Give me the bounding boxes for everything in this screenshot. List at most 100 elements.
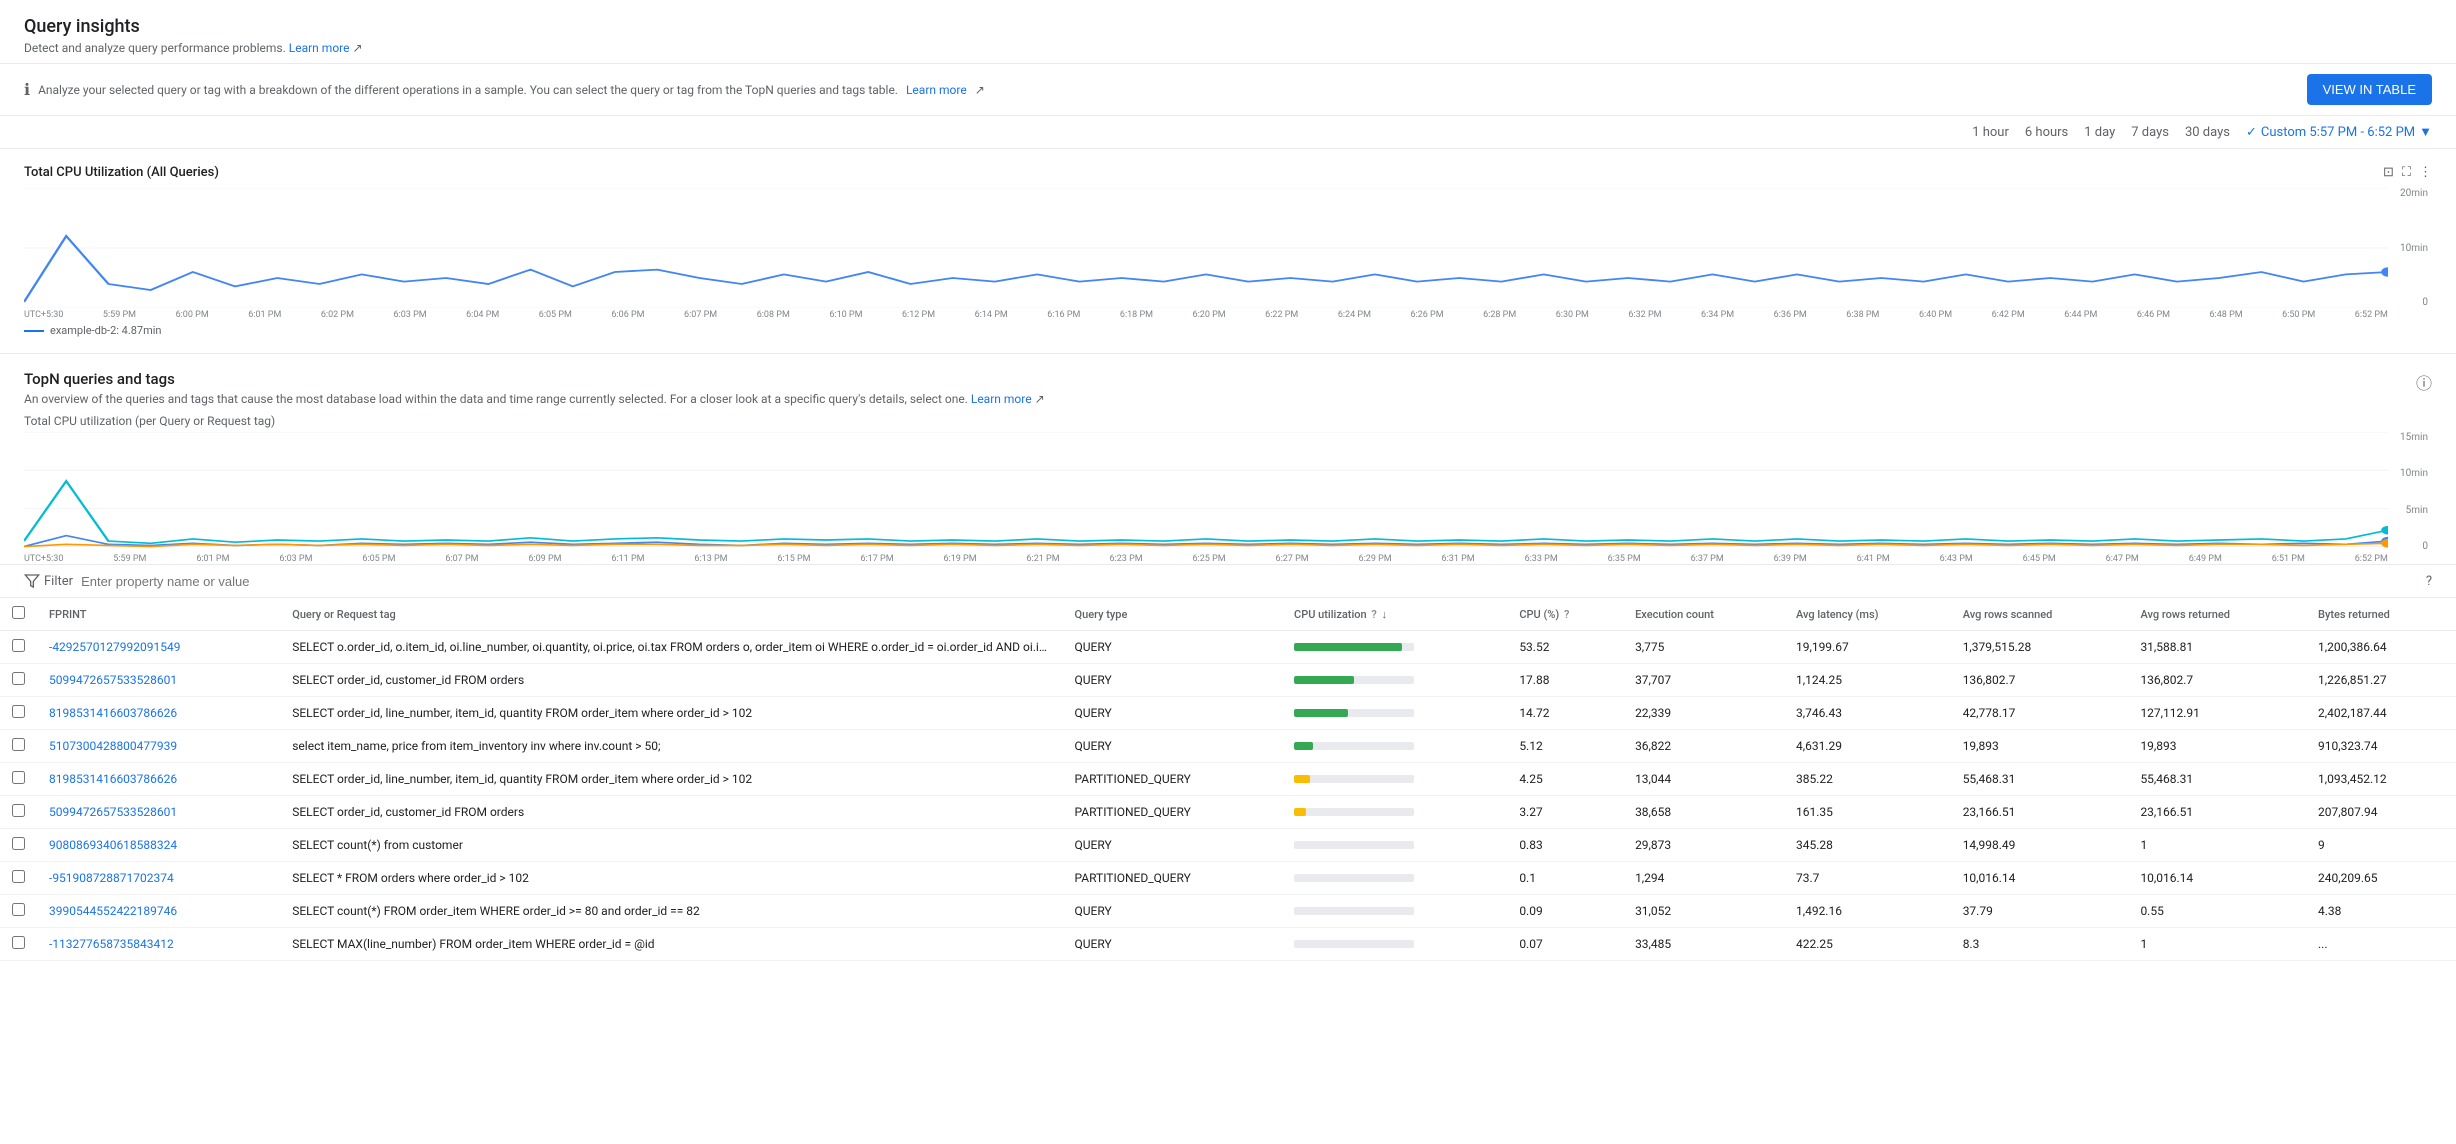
time-1day[interactable]: 1 day xyxy=(2084,125,2115,140)
cpu-bar-container xyxy=(1294,775,1414,783)
row-checkbox-cell[interactable] xyxy=(0,763,37,796)
row-checkbox[interactable] xyxy=(12,639,25,652)
topn-learn-more-link[interactable]: Learn more xyxy=(971,392,1032,406)
cpu-pct-help-icon[interactable]: ? xyxy=(1564,608,1569,621)
filter-input[interactable] xyxy=(81,574,2418,589)
fprint-link[interactable]: 8198531416603786626 xyxy=(49,706,177,720)
row-checkbox-cell[interactable] xyxy=(0,631,37,664)
avg-latency-cell: 385.22 xyxy=(1784,763,1951,796)
cpu-pct-cell: 0.07 xyxy=(1507,928,1623,961)
row-checkbox[interactable] xyxy=(12,705,25,718)
exec-count-cell: 33,485 xyxy=(1623,928,1784,961)
header-learn-more-link[interactable]: Learn more xyxy=(289,41,350,55)
avg-rows-returned-cell: 1 xyxy=(2128,928,2306,961)
avg-rows-returned-cell: 10,016.14 xyxy=(2128,862,2306,895)
topn-info-icon[interactable]: ⓘ xyxy=(2416,370,2432,394)
table-row: 8198531416603786626SELECT order_id, line… xyxy=(0,697,2456,730)
col-avg-latency: Avg latency (ms) xyxy=(1784,598,1951,631)
fprint-link[interactable]: 3990544552422189746 xyxy=(49,904,177,918)
row-checkbox[interactable] xyxy=(12,936,25,949)
cpu-bar-fill xyxy=(1294,775,1310,783)
row-checkbox[interactable] xyxy=(12,903,25,916)
cpu-util-help-icon[interactable]: ? xyxy=(1371,608,1376,621)
time-custom[interactable]: ✓ Custom 5:57 PM - 6:52 PM ▼ xyxy=(2246,124,2432,140)
bytes-returned-cell: 2,402,187.44 xyxy=(2306,697,2456,730)
fprint-link[interactable]: 8198531416603786626 xyxy=(49,772,177,786)
bytes-returned-cell: ... xyxy=(2306,928,2456,961)
time-6hours[interactable]: 6 hours xyxy=(2025,125,2068,140)
chart-action-icon-1[interactable]: ⊡ xyxy=(2383,165,2394,180)
fprint-link[interactable]: -951908728871702374 xyxy=(49,871,174,885)
chart-action-icon-2[interactable]: ⛶ xyxy=(2402,165,2411,180)
avg-latency-cell: 1,124.25 xyxy=(1784,664,1951,697)
select-all-checkbox[interactable] xyxy=(12,606,25,619)
col-cpu-util: CPU utilization ? ↓ xyxy=(1282,598,1507,631)
row-checkbox[interactable] xyxy=(12,738,25,751)
col-query: Query or Request tag xyxy=(280,598,1062,631)
avg-latency-cell: 19,199.67 xyxy=(1784,631,1951,664)
fprint-cell: -429257012799209154​9 xyxy=(37,631,280,664)
time-7days[interactable]: 7 days xyxy=(2131,125,2169,140)
header-subtitle: Detect and analyze query performance pro… xyxy=(24,41,2432,55)
avg-rows-scanned-cell: 37.79 xyxy=(1951,895,2129,928)
legend-label: example-db-2: 4.87min xyxy=(50,324,161,337)
fprint-link[interactable]: -429257012799209154​9 xyxy=(49,640,180,654)
exec-count-cell: 22,339 xyxy=(1623,697,1784,730)
filter-label: Filter xyxy=(24,573,73,589)
info-bar-text: Analyze your selected query or tag with … xyxy=(38,83,898,97)
cpu-bar-container xyxy=(1294,676,1414,684)
time-30days[interactable]: 30 days xyxy=(2185,125,2230,140)
fprint-link[interactable]: 5099472657533528601 xyxy=(49,673,177,687)
table-row: 8198531416603786626SELECT order_id, line… xyxy=(0,763,2456,796)
row-checkbox[interactable] xyxy=(12,870,25,883)
info-bar-learn-more-link[interactable]: Learn more xyxy=(906,83,967,97)
cpu-bar-cell xyxy=(1282,895,1507,928)
cpu-util-sort-icon[interactable]: ↓ xyxy=(1381,608,1387,621)
chart-legend: example-db-2: 4.87min xyxy=(24,324,2432,337)
topn-chart-title: Total CPU utilization (per Query or Requ… xyxy=(24,414,2432,428)
fprint-link[interactable]: 5099472657533528601 xyxy=(49,805,177,819)
filter-info-icon[interactable]: ? xyxy=(2426,574,2432,589)
queries-table: FPRINT Query or Request tag Query type C… xyxy=(0,598,2456,961)
query-type-cell: QUERY xyxy=(1063,928,1283,961)
row-checkbox[interactable] xyxy=(12,771,25,784)
table-header-checkbox[interactable] xyxy=(0,598,37,631)
row-checkbox-cell[interactable] xyxy=(0,829,37,862)
topn-section: TopN queries and tags An overview of the… xyxy=(0,354,2456,406)
row-checkbox[interactable] xyxy=(12,804,25,817)
cpu-pct-cell: 53.52 xyxy=(1507,631,1623,664)
time-1hour[interactable]: 1 hour xyxy=(1972,125,2009,140)
avg-rows-scanned-cell: 8.3 xyxy=(1951,928,2129,961)
row-checkbox-cell[interactable] xyxy=(0,928,37,961)
cpu-bar-cell xyxy=(1282,928,1507,961)
table-row: 5107300428800477939select item_name, pri… xyxy=(0,730,2456,763)
fprint-link[interactable]: -113277658735843412 xyxy=(49,937,174,951)
row-checkbox-cell[interactable] xyxy=(0,862,37,895)
table-row: -429257012799209154​9SELECT o.order_id, … xyxy=(0,631,2456,664)
row-checkbox-cell[interactable] xyxy=(0,730,37,763)
total-cpu-chart-title: Total CPU Utilization (All Queries) ⊡ ⛶ … xyxy=(24,165,2432,180)
row-checkbox[interactable] xyxy=(12,837,25,850)
row-checkbox[interactable] xyxy=(12,672,25,685)
fprint-link[interactable]: 5107300428800477939 xyxy=(49,739,177,753)
fprint-cell: 8198531416603786626 xyxy=(37,763,280,796)
row-checkbox-cell[interactable] xyxy=(0,796,37,829)
view-in-table-button[interactable]: VIEW IN TABLE xyxy=(2307,74,2432,105)
chart-action-icon-3[interactable]: ⋮ xyxy=(2419,165,2432,180)
avg-rows-returned-cell: 127,112.91 xyxy=(2128,697,2306,730)
bytes-returned-cell: 4.38 xyxy=(2306,895,2456,928)
fprint-link[interactable]: 9080869340618588324 xyxy=(49,838,177,852)
avg-latency-cell: 4,631.29 xyxy=(1784,730,1951,763)
avg-latency-cell: 1,492.16 xyxy=(1784,895,1951,928)
bytes-returned-cell: 9 xyxy=(2306,829,2456,862)
avg-rows-scanned-cell: 136,802.7 xyxy=(1951,664,2129,697)
row-checkbox-cell[interactable] xyxy=(0,664,37,697)
cpu-bar-cell xyxy=(1282,664,1507,697)
query-cell: SELECT * FROM orders where order_id > 10… xyxy=(280,862,1062,895)
info-icon: ℹ xyxy=(24,80,30,99)
row-checkbox-cell[interactable] xyxy=(0,895,37,928)
row-checkbox-cell[interactable] xyxy=(0,697,37,730)
topn-chart-y-axis: 15min 10min 5min 0 xyxy=(2392,432,2432,552)
table-row: -951908728871702374 SELECT * FROM orders … xyxy=(0,862,2456,895)
bytes-returned-cell: 207,807.94 xyxy=(2306,796,2456,829)
